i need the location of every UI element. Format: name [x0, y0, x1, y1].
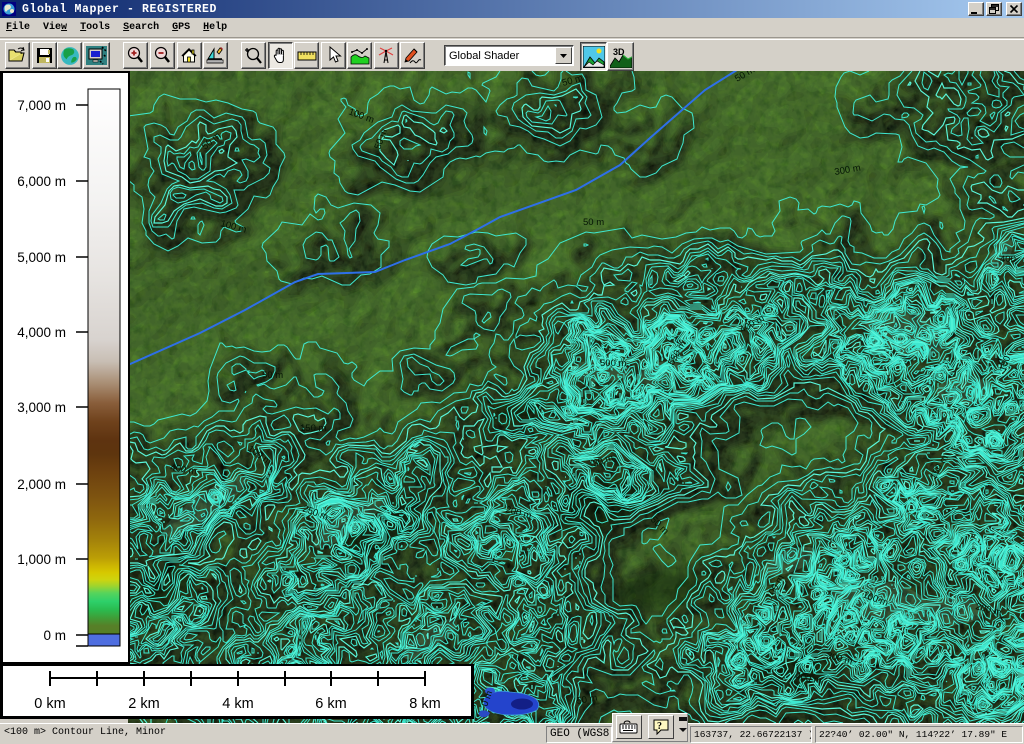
svg-text:50 m: 50 m [576, 692, 599, 707]
svg-text:4,000 m: 4,000 m [17, 325, 66, 340]
svg-text:550 m: 550 m [666, 339, 689, 367]
svg-text:1,000 m: 1,000 m [17, 552, 66, 567]
svg-text:50 m: 50 m [648, 514, 671, 537]
svg-text:400 m: 400 m [169, 462, 197, 477]
svg-text:3,000 m: 3,000 m [17, 400, 66, 415]
svg-text:50 m: 50 m [372, 127, 390, 151]
svg-text:6,000 m: 6,000 m [17, 174, 66, 189]
svg-text:100 m: 100 m [764, 573, 787, 601]
svg-text:0 km: 0 km [34, 696, 65, 712]
svg-text:50 m: 50 m [262, 370, 283, 381]
svg-text:100 m: 100 m [245, 443, 273, 467]
svg-text:5,000 m: 5,000 m [17, 250, 66, 265]
svg-text:8 km: 8 km [409, 696, 440, 712]
svg-text:0 m: 0 m [43, 628, 66, 643]
svg-text:50 m: 50 m [561, 73, 584, 89]
svg-text:0 m: 0 m [479, 689, 495, 708]
svg-text:100 m: 100 m [219, 218, 247, 235]
svg-text:50 m: 50 m [733, 71, 757, 85]
svg-text:2,000 m: 2,000 m [17, 477, 66, 492]
svg-text:50 m: 50 m [200, 130, 223, 152]
svg-text:400: 400 [1000, 254, 1016, 265]
svg-text:50 m: 50 m [583, 217, 604, 228]
svg-text:400 m: 400 m [738, 313, 766, 336]
svg-text:30 m: 30 m [591, 452, 615, 470]
svg-text:300 m: 300 m [834, 163, 862, 178]
svg-text:100 m: 100 m [861, 589, 890, 608]
svg-text:4 km: 4 km [222, 696, 253, 712]
svg-text:150 m: 150 m [928, 453, 951, 481]
svg-text:200 m: 200 m [974, 601, 1002, 618]
svg-text:?: ? [657, 721, 662, 732]
svg-text:7,000 m: 7,000 m [17, 98, 66, 113]
svg-text:400 m: 400 m [794, 671, 822, 686]
svg-text:300 m: 300 m [825, 650, 853, 667]
svg-text:500 m: 500 m [600, 358, 626, 369]
svg-text:100 m: 100 m [347, 106, 376, 125]
svg-text:6 km: 6 km [315, 696, 346, 712]
svg-text:2 km: 2 km [128, 696, 159, 712]
svg-text:200 m: 200 m [504, 504, 532, 521]
svg-text:100: 100 [997, 354, 1013, 373]
svg-text:250 m: 250 m [301, 503, 330, 522]
svg-text:150 m: 150 m [300, 423, 326, 434]
